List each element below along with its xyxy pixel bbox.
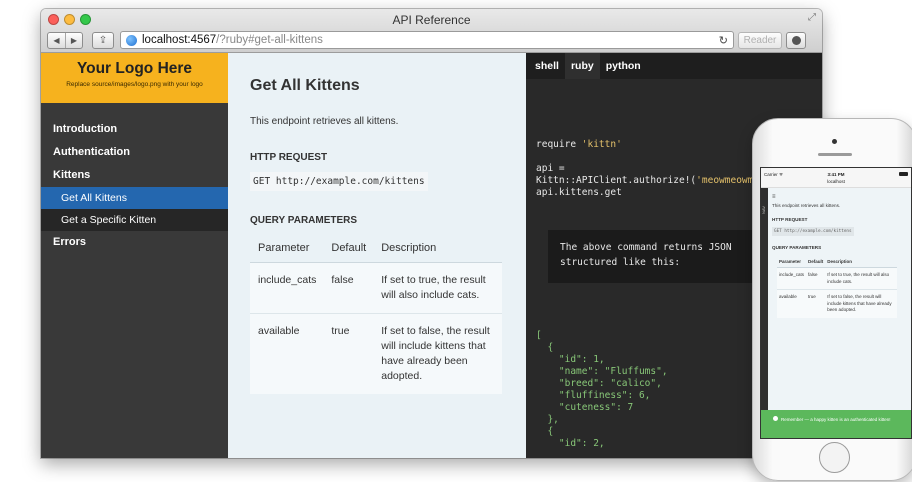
param-name: available bbox=[777, 289, 807, 318]
column-header: Default bbox=[323, 234, 374, 263]
code-string: 'kittn' bbox=[581, 139, 622, 150]
logo-title: Your Logo Here bbox=[76, 60, 193, 77]
nav-item-authentication[interactable]: Authentication bbox=[41, 141, 228, 164]
nav-sublist-kittens: Get All Kittens Get a Specific Kitten bbox=[41, 187, 228, 231]
downloads-icon bbox=[791, 35, 801, 45]
main-content: Get All Kittens This endpoint retrieves … bbox=[228, 53, 526, 458]
page-viewport: Your Logo Here Replace source/images/log… bbox=[41, 53, 822, 458]
param-default: true bbox=[323, 313, 374, 394]
browser-toolbar: ◀ ▶ ⇪ localhost:4567/?ruby#get-all-kitte… bbox=[47, 31, 816, 49]
tab-python[interactable]: python bbox=[600, 53, 647, 79]
share-button[interactable]: ⇪ bbox=[92, 31, 114, 49]
http-request-heading: HTTP Request bbox=[250, 152, 328, 163]
phone-page: NAV ≡ This endpoint retrieves all kitten… bbox=[761, 188, 911, 438]
phone-http-heading: HTTP REQUEST bbox=[772, 217, 808, 222]
notice-banner: Remember — a happy kitten is an authenti… bbox=[761, 410, 911, 438]
sidebar: Your Logo Here Replace source/images/log… bbox=[41, 53, 228, 458]
phone-intro: This endpoint retrieves all kittens. bbox=[772, 203, 841, 208]
tab-shell[interactable]: shell bbox=[529, 53, 565, 79]
page-title: Get All Kittens bbox=[250, 77, 360, 94]
json-code-block: [ { "id": 1, "name": "Fluffums", "breed"… bbox=[536, 330, 668, 449]
nav-item-errors[interactable]: Errors bbox=[41, 231, 228, 254]
table-row: available true If set to false, the resu… bbox=[777, 289, 897, 318]
history-nav: ◀ ▶ bbox=[47, 31, 83, 49]
phone-host: localhost bbox=[827, 179, 845, 184]
code-token: api.kittens.get bbox=[536, 187, 622, 198]
phone-params-table: Parameter Default Description include_ca… bbox=[777, 256, 897, 318]
column-header: Description bbox=[373, 234, 502, 263]
ruby-code-block: require 'kittn' api = Kittn::APIClient.a… bbox=[536, 139, 776, 199]
language-tabs: shell ruby python bbox=[526, 53, 822, 79]
home-button[interactable] bbox=[819, 442, 850, 473]
nav-item-get-specific-kitten[interactable]: Get a Specific Kitten bbox=[41, 209, 228, 231]
browser-window: API Reference ⤢ ◀ ▶ ⇪ localhost:4567/?ru… bbox=[41, 9, 822, 458]
address-bar[interactable]: localhost:4567/?ruby#get-all-kittens ↻ bbox=[120, 31, 734, 49]
downloads-button[interactable] bbox=[786, 31, 806, 49]
logo-subtitle: Replace source/images/logo.png with your… bbox=[66, 81, 203, 88]
phone-query-heading: QUERY PARAMETERS bbox=[772, 245, 822, 250]
phone-http-code: GET http://example.com/kittens bbox=[772, 227, 854, 236]
window-title: API Reference bbox=[392, 13, 471, 27]
http-request-code: GET http://example.com/kittens bbox=[250, 172, 428, 191]
param-name: include_cats bbox=[777, 267, 807, 290]
nav-item-get-all-kittens[interactable]: Get All Kittens bbox=[41, 187, 228, 209]
param-default: true bbox=[806, 289, 826, 318]
phone-status-bar: Carrier ᯤ 3:41 PM localhost bbox=[761, 168, 911, 188]
notice-text: Remember — a happy kitten is an authenti… bbox=[781, 417, 891, 422]
window-titlebar: API Reference ⤢ ◀ ▶ ⇪ localhost:4567/?ru… bbox=[41, 9, 822, 53]
param-name: available bbox=[250, 313, 324, 394]
intro-text: This endpoint retrieves all kittens. bbox=[250, 116, 399, 127]
reader-button[interactable]: Reader bbox=[738, 31, 782, 49]
globe-icon bbox=[126, 34, 137, 46]
phone-content: ≡ This endpoint retrieves all kittens. H… bbox=[761, 188, 911, 438]
code-token: Kittn::APIClient.authorize!( bbox=[536, 175, 697, 186]
fullscreen-icon[interactable]: ⤢ bbox=[808, 12, 816, 23]
column-header: Parameter bbox=[250, 234, 324, 263]
check-icon bbox=[773, 416, 778, 421]
tab-ruby[interactable]: ruby bbox=[564, 53, 600, 79]
param-description: If set to false, the result will include… bbox=[373, 313, 502, 394]
code-token: require bbox=[536, 139, 582, 150]
toc-nav: Introduction Authentication Kittens Get … bbox=[41, 103, 228, 254]
forward-arrow-icon[interactable]: ▶ bbox=[65, 32, 82, 48]
param-description: If set to false, the result will include… bbox=[825, 289, 897, 318]
column-header: Default bbox=[806, 256, 826, 268]
phone-speaker bbox=[818, 153, 852, 156]
column-header: Parameter bbox=[777, 256, 807, 268]
param-description: If set to true, the result will also inc… bbox=[825, 267, 897, 290]
table-header-row: Parameter Default Description bbox=[250, 234, 502, 263]
url-host: localhost:4567 bbox=[142, 34, 217, 46]
table-row: available true If set to false, the resu… bbox=[250, 313, 502, 394]
share-icon: ⇪ bbox=[98, 34, 108, 46]
battery-icon bbox=[899, 172, 908, 176]
logo[interactable]: Your Logo Here Replace source/images/log… bbox=[41, 53, 228, 103]
query-params-heading: Query Parameters bbox=[250, 215, 358, 226]
params-table: Parameter Default Description include_ca… bbox=[250, 234, 502, 394]
back-arrow-icon[interactable]: ◀ bbox=[48, 33, 65, 48]
url-path: /?ruby#get-all-kittens bbox=[216, 34, 323, 46]
nav-item-kittens[interactable]: Kittens bbox=[41, 164, 228, 187]
code-token: api = bbox=[536, 163, 565, 174]
param-name: include_cats bbox=[250, 262, 324, 314]
phone-camera bbox=[832, 139, 837, 144]
menu-icon[interactable]: ≡ bbox=[772, 194, 907, 200]
phone-time: 3:41 PM bbox=[827, 172, 845, 177]
phone-screen: Carrier ᯤ 3:41 PM localhost NAV ≡ This e… bbox=[760, 167, 912, 439]
column-header: Description bbox=[825, 256, 897, 268]
reload-icon[interactable]: ↻ bbox=[719, 34, 728, 47]
phone-mockup: Carrier ᯤ 3:41 PM localhost NAV ≡ This e… bbox=[752, 118, 912, 481]
phone-nav-label: NAV bbox=[761, 206, 766, 214]
table-row: include_cats false If set to true, the r… bbox=[777, 267, 897, 290]
table-row: include_cats false If set to true, the r… bbox=[250, 262, 502, 314]
param-default: false bbox=[323, 262, 374, 314]
param-default: false bbox=[806, 267, 826, 290]
phone-nav-strip[interactable]: NAV bbox=[761, 188, 768, 438]
param-description: If set to true, the result will also inc… bbox=[373, 262, 502, 314]
nav-item-introduction[interactable]: Introduction bbox=[41, 118, 228, 141]
table-header-row: Parameter Default Description bbox=[777, 256, 897, 268]
